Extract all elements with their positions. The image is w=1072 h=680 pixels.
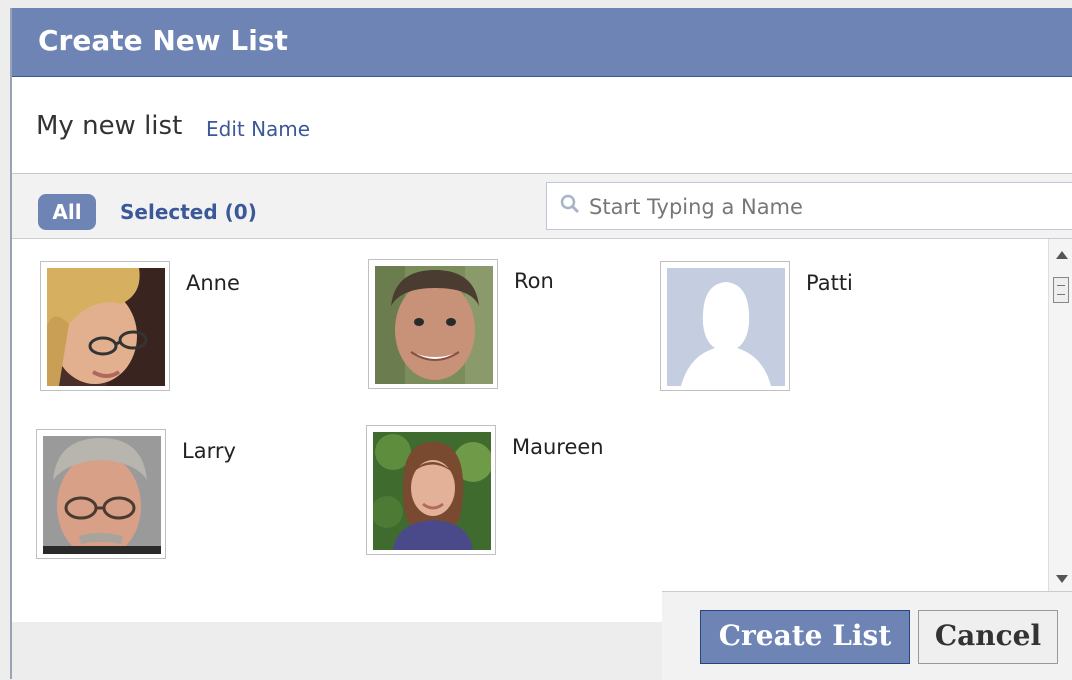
list-name-bar: My new list Edit Name	[12, 77, 1072, 174]
friend-photo[interactable]	[660, 261, 790, 391]
dialog-title: Create New List	[38, 24, 288, 57]
friend-name[interactable]: Anne	[186, 271, 240, 295]
create-list-button[interactable]: Create List	[700, 610, 910, 664]
friend-photo[interactable]	[36, 429, 166, 559]
friend-photo[interactable]	[366, 425, 496, 555]
search-input[interactable]	[587, 189, 1061, 225]
anne-photo-image	[47, 268, 165, 386]
filter-bar: All Selected (0)	[12, 174, 1072, 239]
list-name: My new list	[36, 111, 183, 141]
tab-selected[interactable]: Selected (0)	[120, 200, 257, 224]
default-avatar-icon	[667, 268, 785, 386]
friend-name[interactable]: Larry	[182, 439, 236, 463]
dialog-footer: Create List Cancel	[662, 591, 1072, 680]
friend-name[interactable]: Patti	[806, 271, 853, 295]
maureen-photo-image	[373, 432, 491, 550]
search-icon	[560, 194, 580, 214]
create-list-dialog: Create New List My new list Edit Name Al…	[10, 8, 1072, 680]
cancel-button[interactable]: Cancel	[918, 610, 1058, 664]
scroll-thumb[interactable]	[1053, 277, 1069, 303]
larry-photo-image	[43, 436, 161, 554]
friend-list-scrollbar[interactable]	[1048, 239, 1072, 591]
friend-photo[interactable]	[40, 261, 170, 391]
ron-photo-image	[375, 266, 493, 384]
edit-name-link[interactable]: Edit Name	[206, 117, 310, 141]
friend-grid: Anne Ron Patti Larry Maureen	[12, 239, 1048, 622]
friend-name[interactable]: Ron	[514, 269, 554, 293]
scroll-down-arrow-icon[interactable]	[1056, 575, 1068, 583]
friend-photo[interactable]	[368, 259, 498, 389]
search-box[interactable]	[546, 182, 1072, 230]
friend-name[interactable]: Maureen	[512, 435, 604, 459]
tab-all[interactable]: All	[38, 194, 96, 230]
scroll-up-arrow-icon[interactable]	[1056, 251, 1068, 259]
dialog-titlebar: Create New List	[12, 8, 1072, 77]
